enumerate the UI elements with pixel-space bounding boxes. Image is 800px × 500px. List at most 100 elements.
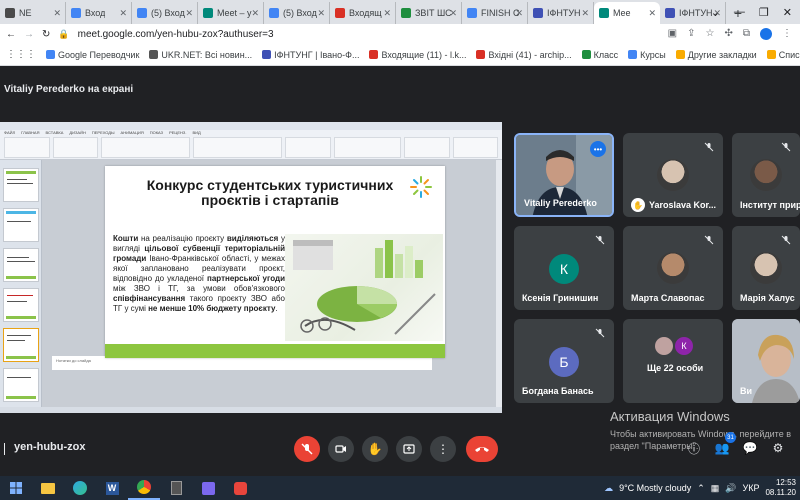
reload-icon[interactable]: ↻ <box>42 29 50 40</box>
tab-close-icon[interactable]: ✕ <box>383 8 391 19</box>
browser-tab[interactable]: NE ✕ <box>0 2 66 24</box>
browser-tab[interactable]: Вход ✕ <box>66 2 132 24</box>
taskbar-calculator[interactable] <box>160 476 192 500</box>
tab-close-icon[interactable]: ✕ <box>185 8 193 19</box>
slide-body-emphasis: співфінансування <box>113 294 186 303</box>
close-window-icon[interactable]: ✕ <box>783 6 792 19</box>
participant-tile[interactable]: Марта Славопас <box>623 226 723 310</box>
tab-close-icon[interactable]: ✕ <box>581 8 589 19</box>
participant-tile[interactable]: Марія Халус <box>732 226 800 310</box>
browser-tab[interactable]: (5) Вход ✕ <box>132 2 198 24</box>
participant-tile[interactable]: Інститут прир <box>732 133 800 217</box>
raise-hand-button[interactable]: ✋ <box>362 436 388 462</box>
slide-thumbnail-selected <box>3 328 39 362</box>
extension-icon[interactable]: ✣ <box>724 28 732 40</box>
mic-toggle-button[interactable] <box>294 436 320 462</box>
ppt-scrollbar[interactable] <box>496 160 502 413</box>
bookmark-item[interactable]: UKR.NET: Всі новин... <box>149 50 252 60</box>
bookmark-item[interactable]: Входящие (11) - l.k... <box>369 50 466 60</box>
back-icon[interactable]: ← <box>6 29 16 40</box>
bookmark-item[interactable]: Вхідні (41) - archip... <box>476 50 572 60</box>
mic-off-icon <box>701 232 717 248</box>
lock-icon[interactable]: 🔒 <box>58 29 69 40</box>
participant-tile[interactable]: К Ще 22 особи <box>623 319 723 403</box>
participant-photo <box>655 337 673 355</box>
end-call-button[interactable] <box>466 436 498 462</box>
other-bookmarks[interactable]: Другие закладки <box>675 50 757 60</box>
star-icon[interactable]: ☆ <box>706 28 715 40</box>
taskbar-explorer[interactable] <box>32 476 64 500</box>
minimize-icon[interactable]: — <box>734 6 745 18</box>
tab-close-icon[interactable]: ✕ <box>515 8 523 19</box>
browser-tab[interactable]: FINISH C ✕ <box>462 2 528 24</box>
profile-avatar[interactable] <box>760 28 772 40</box>
participant-tile[interactable]: Ви <box>732 319 800 403</box>
participant-tile[interactable]: ✋ Yaroslava Kor... <box>623 133 723 217</box>
tab-close-icon[interactable]: ✕ <box>449 8 457 19</box>
tab-close-icon[interactable]: ✕ <box>251 8 259 19</box>
camera-indicator-icon[interactable]: ▣ <box>668 28 677 40</box>
slide-body-segment: . <box>275 304 278 313</box>
present-button[interactable] <box>396 436 422 462</box>
network-icon[interactable]: ▦ <box>711 483 720 494</box>
weather-text[interactable]: 9°C Mostly cloudy <box>619 483 691 493</box>
browser-tab[interactable]: ІФНТУН ✕ <box>528 2 594 24</box>
tab-close-icon[interactable]: ✕ <box>317 8 325 19</box>
browser-tab[interactable]: Mee ✕ <box>594 2 660 24</box>
tab-close-icon[interactable]: ✕ <box>53 8 61 19</box>
taskbar-chrome[interactable] <box>128 476 160 500</box>
tab-label: Входящ <box>349 8 382 18</box>
raised-hand-icon: ✋ <box>631 198 645 212</box>
bookmark-item[interactable]: Google Переводчик <box>46 50 139 60</box>
participant-photo <box>657 252 689 284</box>
start-button[interactable] <box>0 476 32 500</box>
weather-icon[interactable]: ☁ <box>604 483 613 494</box>
volume-icon[interactable]: 🔊 <box>725 483 736 494</box>
activities-icon: ⚙ <box>772 441 784 455</box>
browser-tab[interactable]: Meet – y ✕ <box>198 2 264 24</box>
tab-close-icon[interactable]: ✕ <box>648 8 656 19</box>
present-icon <box>403 444 415 454</box>
forward-icon[interactable]: → <box>24 29 34 40</box>
address-bar[interactable]: meet.google.com/yen-hubu-zox?authuser=3 <box>78 29 660 40</box>
participant-name: Марта Славопас <box>631 293 705 303</box>
activities-button[interactable]: ⚙ <box>768 438 788 458</box>
clock[interactable]: 12:53 08.11.20 <box>765 478 796 498</box>
apps-icon[interactable]: ⋮⋮⋮ <box>6 49 36 60</box>
taskbar-app[interactable] <box>192 476 224 500</box>
camera-toggle-button[interactable] <box>328 436 354 462</box>
share-icon[interactable]: ⇪ <box>687 28 695 40</box>
taskbar-word[interactable]: W <box>96 476 128 500</box>
bookmark-favicon-icon <box>581 50 591 59</box>
participant-name: Ще 22 особи <box>647 363 704 373</box>
maximize-icon[interactable]: ❐ <box>759 6 769 19</box>
ppt-statusbar <box>0 407 502 413</box>
bookmark-item[interactable]: ІФНТУНГ | Івано-Ф... <box>262 50 359 60</box>
meeting-details-button[interactable]: ⓘ <box>684 438 704 458</box>
puzzle-icon[interactable]: ⧉ <box>743 28 750 40</box>
browser-tab[interactable]: ЗВІТ ШС ✕ <box>396 2 462 24</box>
participant-tile[interactable]: ••• Vitaliy Perederko <box>514 133 614 217</box>
bookmark-item[interactable]: Курсы <box>628 50 666 60</box>
participant-tile[interactable]: Б Богдана Банась <box>514 319 614 403</box>
menu-icon[interactable]: ⋮ <box>782 28 792 40</box>
language-indicator[interactable]: УКР <box>742 483 759 493</box>
tab-search-icon[interactable]: ⌄ <box>711 6 720 19</box>
taskbar-app-2[interactable] <box>224 476 256 500</box>
tray-arrow-icon[interactable]: ⌃ <box>697 483 705 494</box>
bookmark-label: ІФНТУНГ | Івано-Ф... <box>274 49 360 60</box>
tab-close-icon[interactable]: ✕ <box>119 8 127 19</box>
clock-time: 12:53 <box>775 478 796 487</box>
chat-button[interactable]: 💬 <box>740 438 760 458</box>
tab-favicon-icon <box>401 8 411 18</box>
finance-chart-image <box>285 234 443 341</box>
browser-tab[interactable]: Входящ ✕ <box>330 2 396 24</box>
bookmark-item[interactable]: Класс <box>581 50 618 60</box>
taskbar-edge[interactable] <box>64 476 96 500</box>
reading-list[interactable]: Список д <box>766 50 800 60</box>
participant-tile[interactable]: К Ксенія Гринишин <box>514 226 614 310</box>
mic-off-icon <box>778 232 794 248</box>
browser-tab[interactable]: (5) Вход ✕ <box>264 2 330 24</box>
participant-name: Vitaliy Perederko <box>524 198 597 208</box>
more-options-button[interactable]: ⋮ <box>430 436 456 462</box>
